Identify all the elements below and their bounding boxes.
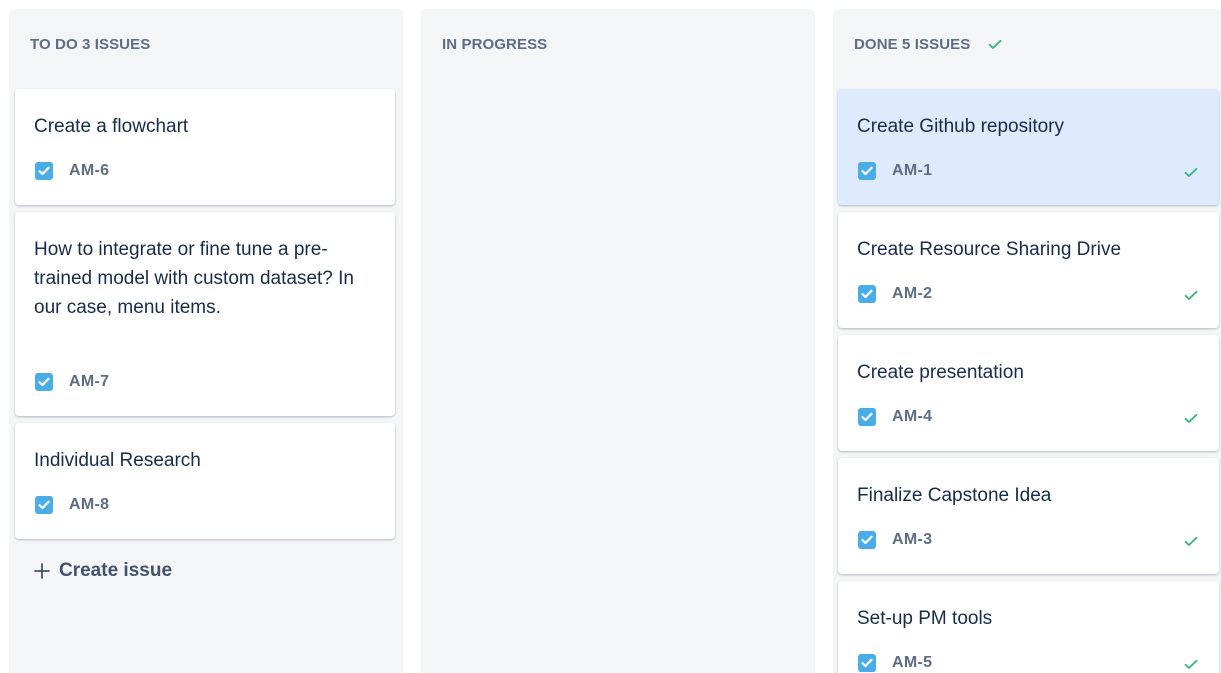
issue-key[interactable]: AM-7 [69, 373, 109, 391]
issue-key[interactable]: AM-8 [69, 496, 109, 514]
issue-meta: AM-7 [35, 373, 109, 391]
issue-meta: AM-3 [858, 531, 932, 549]
issue-card-am-4[interactable]: Create presentation AM-4 [838, 335, 1219, 451]
plus-icon [34, 563, 50, 579]
column-title: TO DO 3 ISSUES [30, 36, 151, 53]
issue-card-am-8[interactable]: Individual Research AM-8 [15, 423, 395, 539]
checkmark-icon [1184, 659, 1198, 670]
checkbox-task-icon [35, 162, 53, 180]
create-issue-button[interactable]: Create issue [34, 560, 172, 582]
checkmark-icon [988, 39, 1002, 50]
issue-card-am-6[interactable]: Create a flowchart AM-6 [15, 89, 395, 205]
column-title: IN PROGRESS [442, 36, 548, 53]
column-title: DONE 5 ISSUES [854, 36, 971, 53]
checkbox-task-icon [858, 285, 876, 303]
checkbox-task-icon [858, 531, 876, 549]
issue-meta: AM-1 [858, 162, 932, 180]
issue-key[interactable]: AM-2 [892, 285, 932, 303]
checkbox-task-icon [858, 408, 876, 426]
issue-title: Individual Research [34, 450, 201, 471]
issue-key[interactable]: AM-6 [69, 162, 109, 180]
create-issue-label: Create issue [59, 560, 173, 581]
checkbox-task-icon [858, 654, 876, 672]
column-in-progress: IN PROGRESS [421, 9, 815, 673]
checkmark-icon [1184, 413, 1198, 424]
column-todo: TO DO 3 ISSUES Create a flowchart AM-6 H… [9, 9, 403, 673]
issue-card-am-5[interactable]: Set-up PM tools AM-5 [838, 581, 1219, 673]
issue-meta: AM-6 [35, 162, 109, 180]
column-header-in-progress: IN PROGRESS [442, 36, 547, 53]
issue-meta: AM-4 [858, 408, 932, 426]
issue-meta: AM-8 [35, 496, 109, 514]
column-done: DONE 5 ISSUES Create Github repository A… [833, 9, 1221, 673]
kanban-board: TO DO 3 ISSUES Create a flowchart AM-6 H… [0, 0, 1221, 673]
issue-key[interactable]: AM-1 [892, 162, 932, 180]
issue-title: Create a flowchart [34, 116, 189, 137]
issue-key[interactable]: AM-4 [892, 408, 932, 426]
issue-key[interactable]: AM-5 [892, 654, 932, 672]
checkmark-icon [1184, 167, 1198, 178]
checkbox-task-icon [35, 373, 53, 391]
issue-card-am-2[interactable]: Create Resource Sharing Drive AM-2 [838, 212, 1219, 328]
issue-key[interactable]: AM-3 [892, 531, 932, 549]
issue-card-am-1[interactable]: Create Github repository AM-1 [838, 89, 1219, 205]
column-header-done: DONE 5 ISSUES [854, 36, 1002, 53]
checkbox-task-icon [35, 496, 53, 514]
issue-title: Finalize Capstone Idea [857, 485, 1052, 506]
issue-card-am-7[interactable]: How to integrate or fine tune a pre-trai… [15, 212, 395, 416]
checkmark-icon [1184, 290, 1198, 301]
issue-meta: AM-2 [858, 285, 932, 303]
issue-title: Set-up PM tools [857, 608, 993, 629]
issue-title: Create Resource Sharing Drive [857, 239, 1122, 260]
checkmark-icon [1184, 536, 1198, 547]
column-header-todo: TO DO 3 ISSUES [30, 36, 150, 53]
issue-title: Create Github repository [857, 116, 1064, 137]
issue-meta: AM-5 [858, 654, 932, 672]
issue-title: Create presentation [857, 362, 1024, 383]
issue-title: How to integrate or fine tune a pre-trai… [34, 239, 355, 318]
checkbox-task-icon [858, 162, 876, 180]
issue-card-am-3[interactable]: Finalize Capstone Idea AM-3 [838, 458, 1219, 574]
